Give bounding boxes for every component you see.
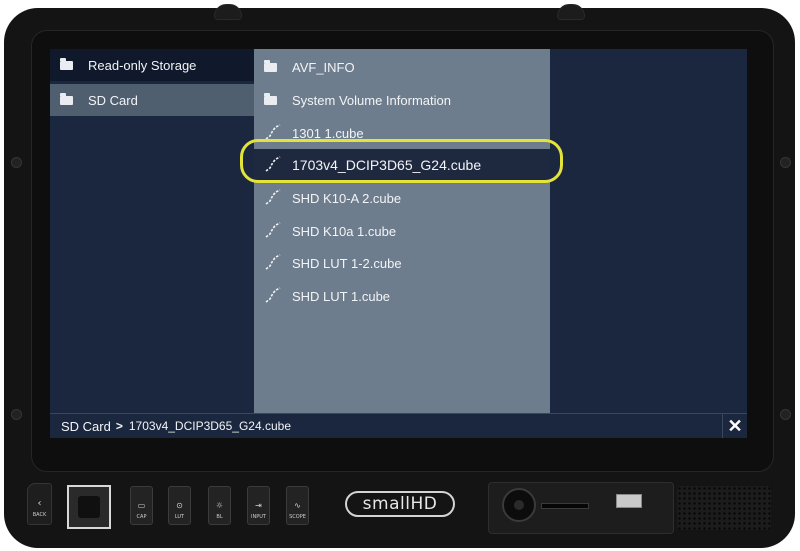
mount-knob [557, 4, 585, 20]
port-panel [488, 482, 674, 534]
brand-logo: smallHD [345, 491, 455, 517]
folder-icon [60, 57, 73, 70]
preview-column [550, 49, 747, 413]
close-button[interactable]: ✕ [722, 414, 747, 438]
folder-icon [264, 59, 277, 72]
screw [780, 157, 791, 168]
file-item-label: AVF_INFO [292, 59, 355, 75]
scope-label: SCOPE [289, 514, 306, 520]
storage-item-read-only[interactable]: Read-only Storage [50, 49, 254, 81]
file-item-label: SHD K10-A 2.cube [292, 190, 402, 206]
file-item-system-volume-information[interactable]: System Volume Information [254, 84, 550, 116]
file-item-shd-lut-1-2[interactable]: SHD LUT 1-2.cube [254, 247, 550, 279]
file-column: AVF_INFO System Volume Information 1301 … [254, 49, 550, 413]
file-item-label: SHD LUT 1.cube [292, 288, 391, 304]
storage-item-sd-card[interactable]: SD Card [50, 84, 254, 116]
file-item-shd-lut-1[interactable]: SHD LUT 1.cube [254, 280, 550, 312]
back-button[interactable]: ‹ BACK [27, 483, 52, 525]
file-item-label: SHD LUT 1-2.cube [292, 255, 402, 271]
file-item-label: SHD K10a 1.cube [292, 223, 397, 239]
lut-icon: ⊙ [176, 501, 183, 510]
file-item-shd-k10a-1[interactable]: SHD K10a 1.cube [254, 215, 550, 247]
cap-label: CAP [136, 514, 147, 520]
mount-knob [214, 4, 242, 20]
lut-label: LUT [174, 514, 185, 520]
back-arrow-icon: ‹ [37, 498, 42, 509]
folder-icon [264, 92, 277, 105]
lut-file-browser: Read-only Storage SD Card AVF_INFO Syste… [50, 49, 747, 438]
path-root[interactable]: SD Card [61, 419, 111, 434]
bl-button[interactable]: ☼ BL [208, 486, 231, 525]
back-label: BACK [32, 512, 47, 518]
screw [11, 409, 22, 420]
lut-curve-icon [265, 253, 281, 270]
scope-button[interactable]: ∿ SCOPE [286, 486, 309, 525]
path-bar: SD Card > 1703v4_DCIP3D65_G24.cube ✕ [50, 413, 747, 438]
folder-icon [60, 92, 73, 105]
cap-button[interactable]: ▭ CAP [130, 486, 153, 525]
file-item-avf-info[interactable]: AVF_INFO [254, 51, 550, 83]
usb-port [616, 494, 642, 508]
screw [11, 157, 22, 168]
lut-curve-icon [265, 188, 281, 205]
path-file: 1703v4_DCIP3D65_G24.cube [128, 419, 291, 433]
joystick[interactable] [67, 485, 111, 529]
bl-label: BL [216, 514, 223, 520]
input-button[interactable]: ⇥ INPUT [247, 486, 270, 525]
lut-curve-icon [265, 221, 281, 238]
backlight-icon: ☼ [215, 501, 224, 510]
file-item-label: System Volume Information [292, 92, 451, 108]
sd-card-slot [541, 503, 589, 509]
screw [780, 409, 791, 420]
capture-icon: ▭ [137, 501, 146, 510]
lut-button[interactable]: ⊙ LUT [168, 486, 191, 525]
input-icon: ⇥ [255, 501, 262, 510]
storage-item-label: Read-only Storage [88, 57, 197, 73]
speaker-vent [677, 486, 771, 530]
lut-curve-icon [265, 123, 281, 140]
hdmi-port [502, 488, 536, 522]
scope-icon: ∿ [294, 501, 301, 510]
selection-highlight-ring [240, 139, 563, 183]
lut-curve-icon [265, 286, 281, 303]
storage-column: Read-only Storage SD Card [50, 49, 254, 413]
file-item-shd-k10-a-2[interactable]: SHD K10-A 2.cube [254, 182, 550, 214]
input-label: INPUT [251, 514, 266, 520]
close-icon: ✕ [727, 415, 743, 436]
storage-item-label: SD Card [88, 92, 138, 108]
path-separator-icon: > [115, 419, 123, 433]
